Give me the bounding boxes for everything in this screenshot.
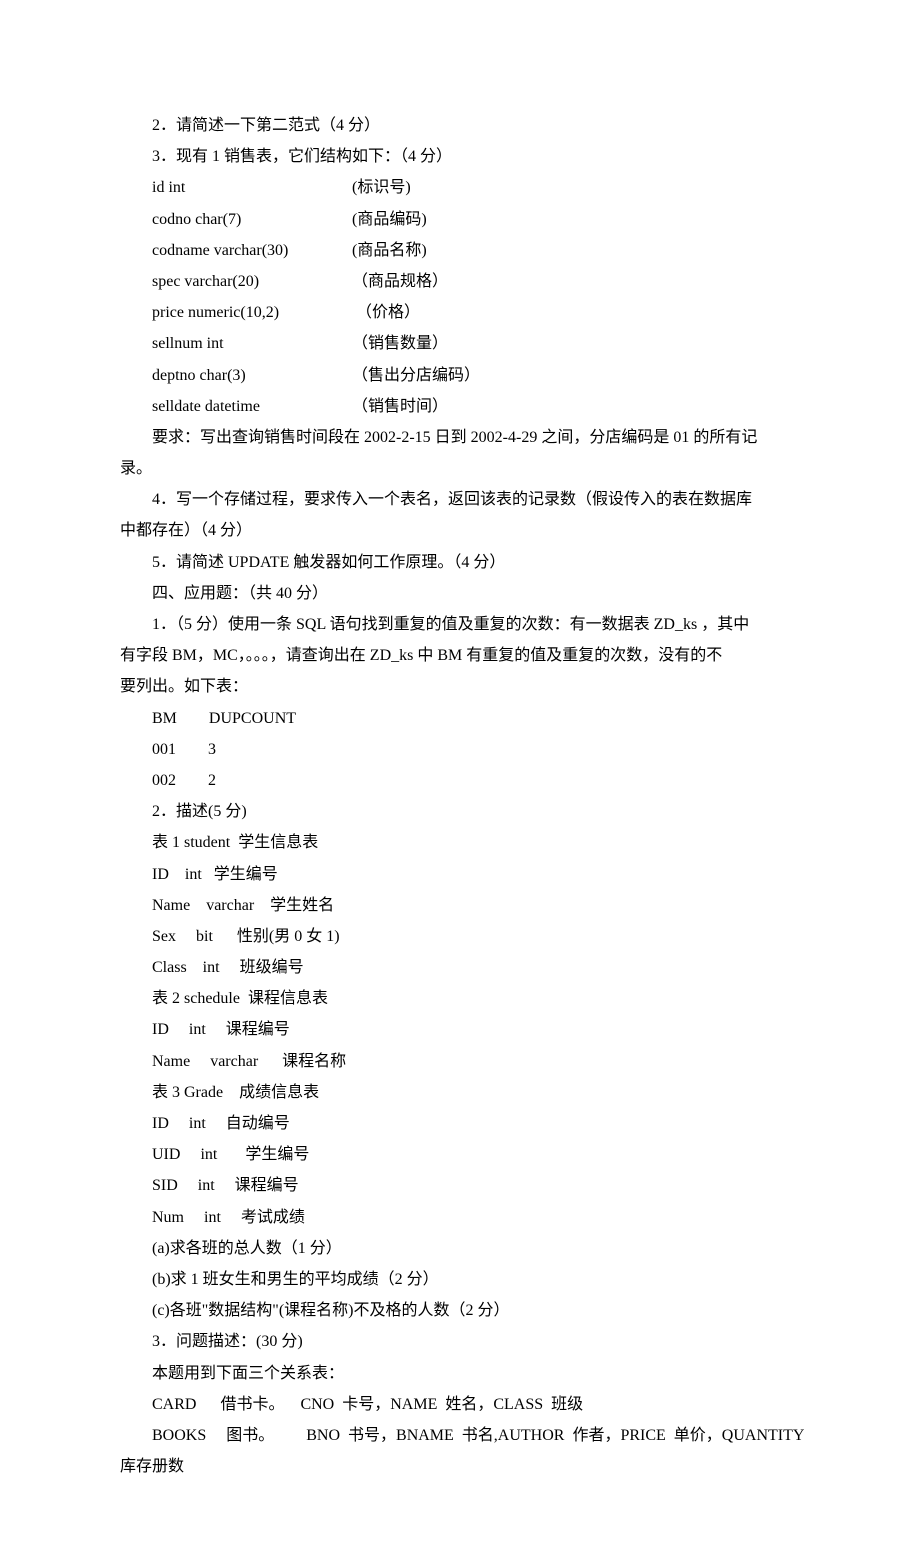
field-name: selldate datetime [120,391,320,422]
field-row: spec varchar(20) （商品规格） [120,266,800,297]
document-page: 2．请简述一下第二范式（4 分） 3．现有 1 销售表，它们结构如下：（4 分）… [0,0,920,1542]
s4-q1-line1: 1．（5 分）使用一条 SQL 语句找到重复的值及重复的次数：有一数据表 ZD_… [120,609,800,640]
field-row: id int (标识号) [120,172,800,203]
field-row: deptno char(3) （售出分店编码） [120,360,800,391]
table1-field: Sex bit 性别(男 0 女 1) [120,921,800,952]
field-desc: （销售数量） [320,328,448,359]
s4-q3-table-card: CARD 借书卡。 CNO 卡号，NAME 姓名，CLASS 班级 [120,1389,800,1420]
table3-field: Num int 考试成绩 [120,1202,800,1233]
field-name: codname varchar(30) [120,235,320,266]
field-desc: （售出分店编码） [320,360,480,391]
s4-q1-table-row2: 002 2 [120,765,800,796]
s4-q1-line3: 要列出。如下表： [120,671,800,702]
table3-title: 表 3 Grade 成绩信息表 [120,1077,800,1108]
table3-field: SID int 课程编号 [120,1170,800,1201]
field-desc: (商品编码) [320,204,427,235]
table1-title: 表 1 student 学生信息表 [120,827,800,858]
s4-q1-table-row1: 001 3 [120,734,800,765]
field-name: spec varchar(20) [120,266,320,297]
s4-q3-table-books-line1: BOOKS 图书。 BNO 书号，BNAME 书名,AUTHOR 作者，PRIC… [120,1420,800,1451]
field-name: id int [120,172,320,203]
table2-title: 表 2 schedule 课程信息表 [120,983,800,1014]
s4-q1-line2: 有字段 BM，MC，。。。，请查询出在 ZD_ks 中 BM 有重复的值及重复的… [120,640,800,671]
section-4-title: 四、应用题：（共 40 分） [120,578,800,609]
table1-field: Class int 班级编号 [120,952,800,983]
field-name: deptno char(3) [120,360,320,391]
field-row: codno char(7) (商品编码) [120,204,800,235]
question-3: 3．现有 1 销售表，它们结构如下：（4 分） [120,141,800,172]
field-name: codno char(7) [120,204,320,235]
field-row: selldate datetime （销售时间） [120,391,800,422]
question-4-line2: 中都存在）（4 分） [120,515,800,546]
field-desc: (商品名称) [320,235,427,266]
table2-field: Name varchar 课程名称 [120,1046,800,1077]
field-row: codname varchar(30) (商品名称) [120,235,800,266]
s4-subquestion-b: (b)求 1 班女生和男生的平均成绩（2 分） [120,1264,800,1295]
field-desc: (标识号) [320,172,411,203]
table2-field: ID int 课程编号 [120,1014,800,1045]
field-row: sellnum int （销售数量） [120,328,800,359]
table1-field: ID int 学生编号 [120,859,800,890]
table1-field: Name varchar 学生姓名 [120,890,800,921]
question-2: 2．请简述一下第二范式（4 分） [120,110,800,141]
s4-subquestion-c: (c)各班"数据结构"(课程名称)不及格的人数（2 分） [120,1295,800,1326]
s4-q3: 3．问题描述：(30 分) [120,1326,800,1357]
s4-subquestion-a: (a)求各班的总人数（1 分） [120,1233,800,1264]
table3-field: ID int 自动编号 [120,1108,800,1139]
field-desc: （价格） [320,297,420,328]
s4-q1-table-header: BM DUPCOUNT [120,703,800,734]
s4-q3-intro: 本题用到下面三个关系表： [120,1358,800,1389]
field-desc: （商品规格） [320,266,448,297]
field-row: price numeric(10,2) （价格） [120,297,800,328]
q3-requirement-line2: 录。 [120,453,800,484]
question-5: 5．请简述 UPDATE 触发器如何工作原理。（4 分） [120,547,800,578]
field-desc: （销售时间） [320,391,448,422]
s4-q3-table-books-line2: 库存册数 [120,1451,800,1482]
s4-q2: 2．描述(5 分) [120,796,800,827]
question-4-line1: 4．写一个存储过程，要求传入一个表名，返回该表的记录数（假设传入的表在数据库 [120,484,800,515]
field-name: sellnum int [120,328,320,359]
field-name: price numeric(10,2) [120,297,320,328]
q3-requirement-line1: 要求：写出查询销售时间段在 2002-2-15 日到 2002-4-29 之间，… [120,422,800,453]
table3-field: UID int 学生编号 [120,1139,800,1170]
